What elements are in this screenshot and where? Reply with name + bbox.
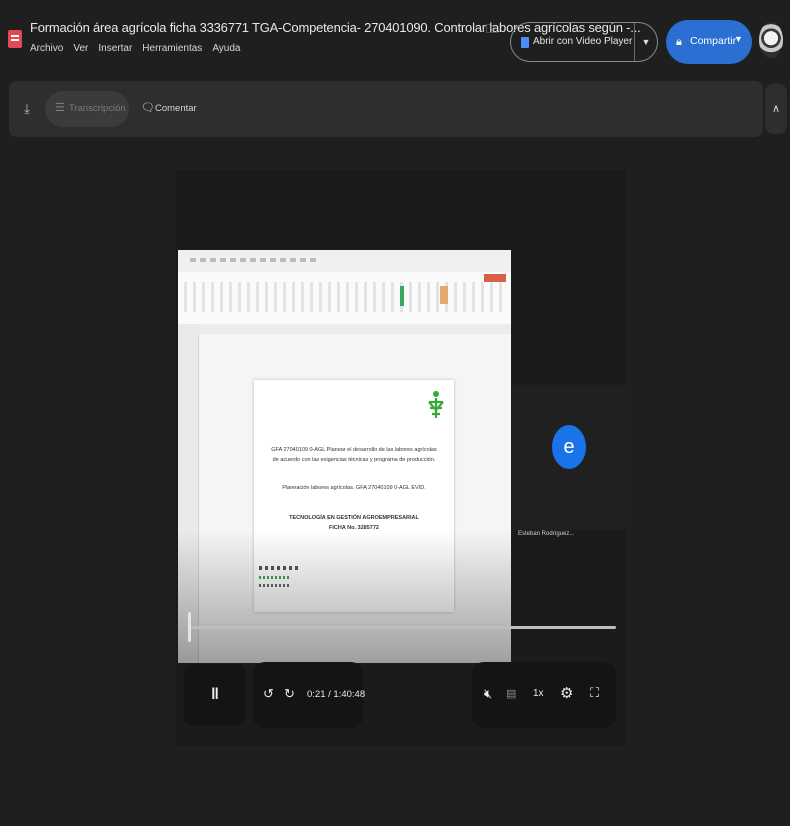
collapse-toolbar-button[interactable]: ∧ [765,84,787,134]
download-icon[interactable]: ⤓ [14,96,40,122]
menu-ayuda[interactable]: Ayuda [212,43,240,54]
player-options: 🔇︎ ▤ 1x ⚙︎ ⛶ [472,662,616,728]
participant-name: Esteban Rodríguez... [518,531,575,537]
presentation-titlebar [178,250,511,273]
seek-bar[interactable] [188,626,616,629]
rewind-10-icon[interactable]: ↺ [263,686,274,702]
share-label: Compartir [690,35,737,47]
slide-text-line-2: de acuerdo con las exigencias técnicas y… [272,457,436,463]
sena-logo-icon [428,391,444,418]
transcript-icon: ☰ [55,102,65,114]
menu-ver[interactable]: Ver [73,43,88,54]
lock-icon: 🔒︎ [676,36,682,48]
slide-text-line-4: TECNOLOGÍA EN GESTIÓN AGROEMPRESARIAL [289,515,419,521]
open-with-button[interactable]: Abrir con Video Player for G... ▼ [510,22,658,62]
pause-button[interactable]: ‖ [184,664,246,726]
participant-avatar: e [552,425,586,469]
time-display: 0:21 / 1:40:48 [307,689,366,700]
menu-herramientas[interactable]: Herramientas [142,43,202,54]
ruler [198,324,511,334]
playback-controls: ↺ ↻ 0:21 / 1:40:48 [253,662,366,728]
chevron-down-icon: ▼ [734,34,743,44]
video-file-icon [8,30,22,48]
top-bar: Formación área agrícola ficha 3336771 TG… [0,0,790,80]
menu-archivo[interactable]: Archivo [30,43,63,54]
playback-speed[interactable]: 1x [533,688,544,699]
share-button[interactable]: 🔒︎ Compartir ▼ [666,20,752,64]
transcription-button[interactable]: ☰ Transcripción [45,91,129,127]
mute-icon[interactable]: 🔇︎ [484,686,492,702]
settings-gear-icon[interactable]: ⚙︎ [560,684,573,702]
participant-tile: e Esteban Rodríguez... [512,385,626,537]
open-with-label: Abrir con Video Player for G... [533,36,633,47]
menu-bar: Archivo Ver Insertar Herramientas Ayuda [30,43,241,54]
viewer-toolbar: ⤓ ☰ Transcripción 🗨︎ Comentar [9,81,763,137]
account-avatar[interactable] [759,22,783,58]
video-player-app-icon [521,37,529,48]
video-player[interactable]: GFA 27040109 0-AGL Planear el desarrollo… [176,170,626,746]
fullscreen-icon[interactable]: ⛶ [590,685,599,701]
comment-icon: 🗨︎ [141,102,155,114]
presentation-ribbon [178,272,511,325]
comment-label: Comentar [155,103,197,114]
folder-icon[interactable]: 🗀 [486,20,498,41]
forward-10-icon[interactable]: ↻ [284,686,295,702]
comment-button[interactable]: 🗨︎ Comentar [133,91,213,127]
menu-insertar[interactable]: Insertar [98,43,132,54]
open-with-dropdown-icon[interactable]: ▼ [634,23,657,61]
seek-bar-handle[interactable] [188,612,192,642]
slide-text-line-1: GFA 27040109 0-AGL Planear el desarrollo… [271,447,437,453]
slide-text-line-3: Planeación labores agrícolas. GFA 270401… [282,485,426,491]
transcription-label: Transcripción [69,103,126,114]
captions-icon[interactable]: ▤ [506,687,516,700]
